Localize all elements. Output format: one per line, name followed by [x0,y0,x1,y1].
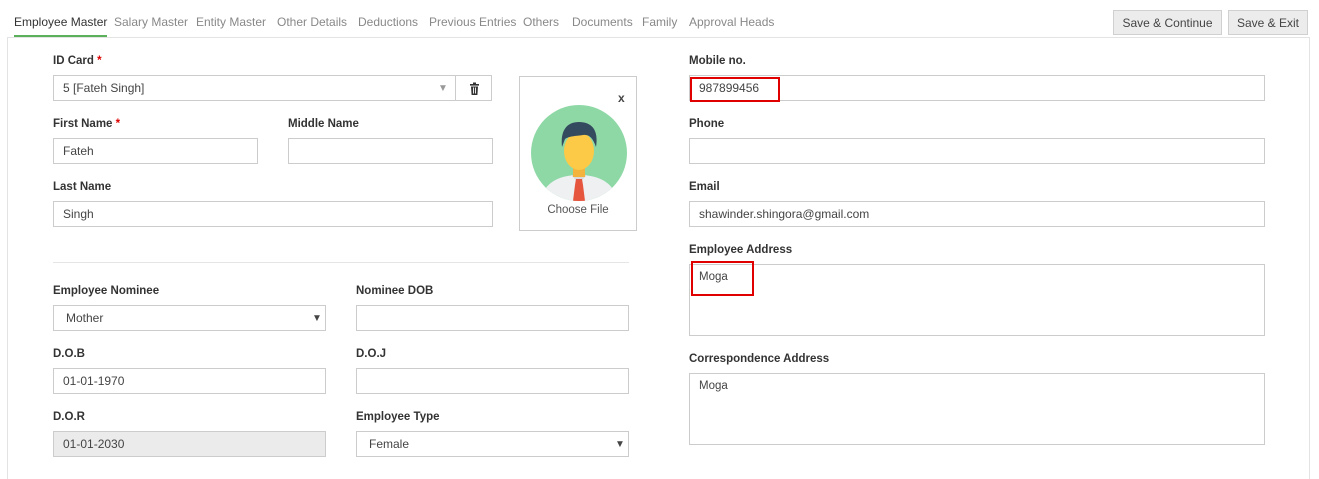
tab-other-details[interactable]: Other Details [277,9,347,36]
tab-salary-master[interactable]: Salary Master [114,9,188,36]
employee-type-value: Female [369,437,410,451]
mobile-label: Mobile no. [689,55,746,67]
employee-nominee-value: Mother [66,311,104,325]
phone-label: Phone [689,118,725,130]
dob-label: D.O.B [53,348,85,360]
middle-name-input[interactable] [288,138,493,164]
chevron-down-icon: ▼ [615,439,625,450]
employee-nominee-label: Employee Nominee [53,285,160,297]
first-name-label: First Name * [53,118,121,130]
last-name-label: Last Name [53,181,112,193]
correspondence-address-label: Correspondence Address [689,353,830,365]
id-card-label: ID Card * [53,55,102,67]
id-card-select[interactable]: 5 [Fateh Singh] [53,75,456,101]
mobile-highlight-box [690,77,780,102]
first-name-input[interactable]: Fateh [53,138,258,164]
employee-nominee-select[interactable]: Mother [53,305,326,331]
email-label: Email [689,181,720,193]
employee-type-label: Employee Type [356,411,440,423]
address-highlight-box [691,261,754,296]
required-mark: * [97,55,102,67]
delete-button[interactable] [455,75,492,101]
choose-file-label[interactable]: Choose File [520,204,636,216]
tab-family[interactable]: Family [642,9,677,36]
panel-top-border [7,37,1310,38]
tab-entity-master[interactable]: Entity Master [196,9,266,36]
employee-address-textarea[interactable]: Moga [689,264,1265,336]
section-divider [53,262,629,263]
last-name-input[interactable]: Singh [53,201,493,227]
employee-type-select[interactable]: Female [356,431,629,457]
tab-approval-heads[interactable]: Approval Heads [689,9,774,36]
save-continue-button[interactable]: Save & Continue [1113,10,1222,35]
dob-input[interactable]: 01-01-1970 [53,368,326,394]
tab-documents[interactable]: Documents [572,9,633,36]
doj-input[interactable] [356,368,629,394]
tab-previous-entries[interactable]: Previous Entries [429,9,516,36]
middle-name-label: Middle Name [288,118,359,130]
nominee-dob-input[interactable] [356,305,629,331]
correspondence-address-textarea[interactable]: Moga [689,373,1265,445]
panel-left-border [7,37,8,479]
photo-upload-box[interactable]: x Choose File [519,76,637,231]
phone-input[interactable] [689,138,1265,164]
tab-deductions[interactable]: Deductions [358,9,418,36]
id-card-value: 5 [Fateh Singh] [63,81,145,95]
nominee-dob-label: Nominee DOB [356,285,434,297]
panel-right-border [1309,37,1310,479]
doj-label: D.O.J [356,348,387,360]
required-mark: * [115,118,121,130]
close-icon[interactable]: x [618,91,625,105]
dor-label: D.O.R [53,411,85,423]
trash-icon [470,82,479,95]
email-input[interactable]: shawinder.shingora@gmail.com [689,201,1265,227]
chevron-down-icon: ▼ [438,83,448,94]
tab-employee-master[interactable]: Employee Master [14,9,108,38]
dor-input: 01-01-2030 [53,431,326,457]
chevron-down-icon: ▼ [312,313,322,324]
tab-others[interactable]: Others [523,9,559,36]
employee-address-label: Employee Address [689,244,793,256]
save-exit-button[interactable]: Save & Exit [1228,10,1308,35]
avatar-icon [531,105,627,201]
